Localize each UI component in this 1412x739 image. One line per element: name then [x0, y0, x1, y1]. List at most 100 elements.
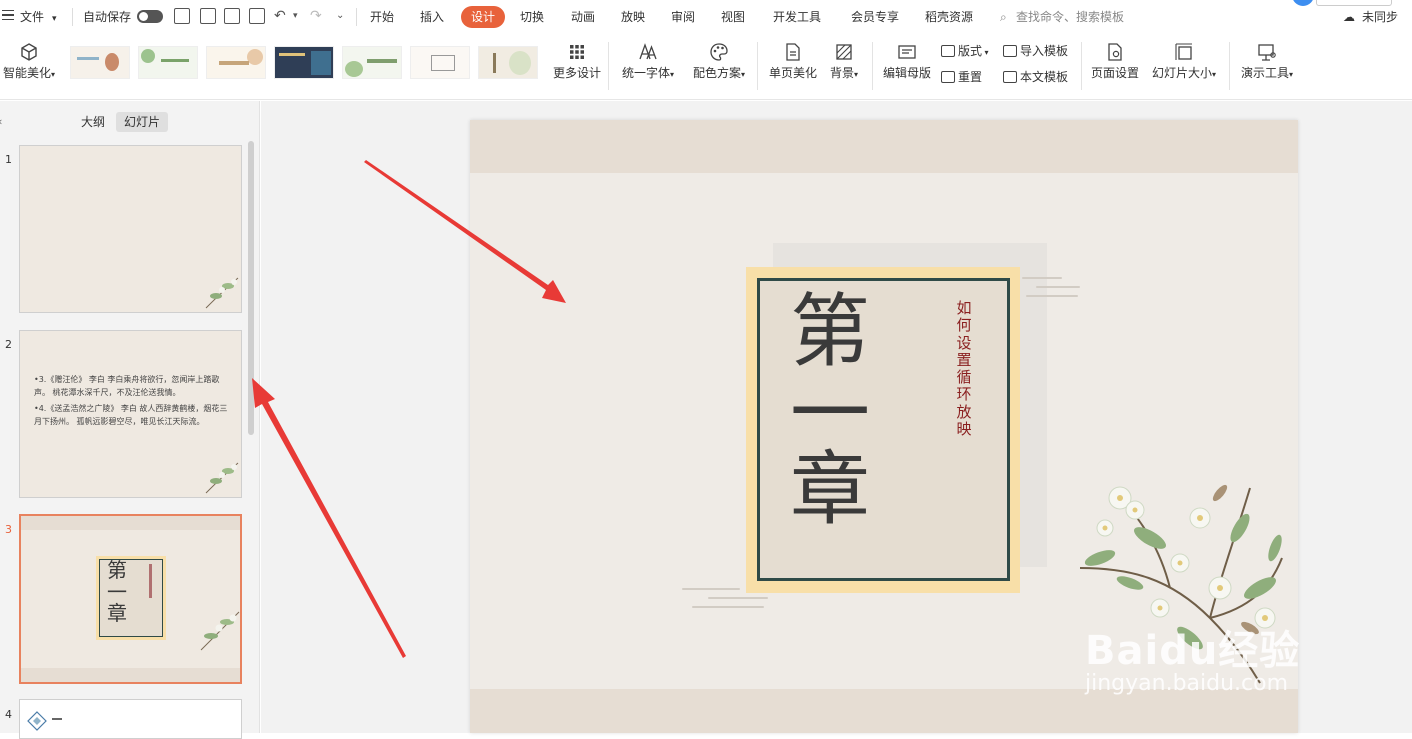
layout-label: 版式 — [958, 44, 983, 58]
slide-number: 2 — [5, 338, 12, 351]
flower-decoration-icon — [200, 611, 240, 651]
chapter-char[interactable]: 第 — [790, 292, 870, 372]
slide-size-button[interactable]: 幻灯片大小▾ — [1148, 42, 1220, 80]
reset-icon — [941, 71, 955, 83]
tab-review[interactable]: 审阅 — [671, 9, 695, 25]
cloud-badge-icon[interactable] — [1292, 0, 1314, 6]
print-icon[interactable] — [224, 8, 240, 24]
scrollbar[interactable] — [248, 141, 254, 435]
template-thumb-3[interactable] — [206, 46, 266, 79]
slide-2-text-line: •3.《赠汪伦》 李白 李白乘舟将欲行，忽闻岸上踏歌声。 桃花潭水深千尺，不及汪… — [34, 375, 220, 397]
slide-3-char: 第 — [107, 558, 127, 582]
smart-beautify-button[interactable]: 智能美化▾ — [0, 42, 58, 80]
tab-transition[interactable]: 切换 — [520, 9, 544, 25]
slide-thumbnail-4[interactable] — [19, 699, 242, 739]
color-scheme-label: 配色方案 — [692, 66, 741, 80]
tab-daoke[interactable]: 稻壳资源 — [925, 9, 973, 25]
chevron-down-icon[interactable]: ▾ — [52, 11, 57, 27]
cloud-sync-icon[interactable]: ☁ — [1343, 9, 1355, 25]
reset-button[interactable]: 重置 — [941, 69, 982, 85]
autosave-label: 自动保存 — [83, 10, 132, 24]
edit-master-label: 编辑母版 — [882, 66, 931, 80]
search-icon[interactable]: ⌕ — [1000, 9, 1007, 25]
more-icon[interactable]: ⌄ — [336, 8, 344, 24]
flower-decoration-icon — [205, 462, 239, 494]
sync-status[interactable]: 未同步 — [1362, 9, 1398, 25]
tab-animation[interactable]: 动画 — [571, 9, 595, 25]
template-thumb-1[interactable] — [70, 46, 130, 79]
chevron-down-icon[interactable]: ▾ — [293, 8, 298, 24]
more-design-button[interactable]: 更多设计 — [551, 42, 603, 80]
grid-icon — [570, 45, 584, 59]
reset-label: 重置 — [958, 70, 983, 84]
unify-font-button[interactable]: 统一字体▾ — [618, 42, 678, 80]
export-icon[interactable] — [200, 8, 216, 24]
color-scheme-button[interactable]: 配色方案▾ — [688, 42, 750, 80]
tab-slideshow[interactable]: 放映 — [621, 9, 645, 25]
page-icon — [786, 43, 800, 61]
chapter-char[interactable]: 章 — [790, 450, 870, 530]
template-thumb-4[interactable] — [274, 46, 334, 79]
slide-3-char: 章 — [107, 601, 127, 625]
redo-icon[interactable]: ↷ — [310, 8, 322, 24]
edit-master-button[interactable]: 编辑母版 — [880, 42, 934, 80]
file-menu[interactable]: 文件 — [20, 9, 44, 25]
collapse-icon[interactable]: ‹ — [0, 115, 2, 128]
chapter-char[interactable]: 一 — [790, 374, 870, 454]
watermark-brand: Baidu经验 — [1085, 628, 1301, 674]
tab-home[interactable]: 开始 — [370, 9, 394, 25]
menu-icon[interactable] — [2, 10, 14, 20]
template-thumb-2[interactable] — [138, 46, 198, 79]
tab-insert[interactable]: 插入 — [420, 9, 444, 25]
slide-number: 1 — [5, 153, 12, 166]
layout-button[interactable]: 版式 ▾ — [941, 43, 989, 61]
cloud-line — [1036, 286, 1080, 288]
background-label: 背景 — [829, 66, 854, 80]
page-setup-label: 页面设置 — [1090, 66, 1139, 80]
cloud-line — [682, 588, 740, 590]
slide-2-text-line: •4.《送孟浩然之广陵》 李白 故人西辞黄鹤楼，烟花三月下扬州。 孤帆远影碧空尽… — [34, 404, 228, 426]
background-icon — [836, 44, 852, 60]
diamond-logo-icon — [27, 711, 47, 731]
preview-icon[interactable] — [249, 8, 265, 24]
tab-design[interactable]: 设计 — [461, 6, 505, 28]
tab-member[interactable]: 会员专享 — [851, 9, 899, 25]
tab-view[interactable]: 视图 — [721, 9, 745, 25]
slide-panel: ‹ 大纲 幻灯片 1 2 •3.《赠汪伦》 李白 李白乘舟将欲行，忽闻岸上踏歌声… — [0, 101, 260, 739]
palette-icon — [710, 43, 728, 61]
this-template-label: 本文模板 — [1020, 70, 1069, 84]
divider — [1229, 42, 1230, 90]
background-button[interactable]: 背景▾ — [825, 42, 863, 80]
vertical-subtitle[interactable]: 如何设置循环放映 — [956, 299, 972, 438]
single-page-beautify-label: 单页美化 — [768, 66, 817, 80]
account-button[interactable] — [1316, 0, 1392, 6]
present-tools-button[interactable]: 演示工具▾ — [1237, 42, 1297, 80]
page-setup-button[interactable]: 页面设置 — [1088, 42, 1142, 80]
autosave-toggle[interactable] — [137, 10, 163, 23]
slide-size-label: 幻灯片大小 — [1151, 66, 1212, 80]
import-icon — [1003, 45, 1017, 57]
template-thumb-5[interactable] — [342, 46, 402, 79]
slide-thumbnail-3[interactable]: 第 一 章 — [19, 514, 242, 684]
single-page-beautify-button[interactable]: 单页美化 — [765, 42, 821, 80]
tab-slides[interactable]: 幻灯片 — [116, 112, 169, 132]
save-icon[interactable] — [174, 8, 190, 24]
cloud-line — [692, 606, 764, 608]
slide-thumbnail-1[interactable] — [19, 145, 242, 313]
flower-decoration-icon — [205, 277, 239, 309]
slide-number: 4 — [5, 708, 12, 721]
divider — [608, 42, 609, 90]
slide-top-band — [470, 120, 1298, 173]
tab-developer[interactable]: 开发工具 — [773, 9, 821, 25]
template-thumb-7[interactable] — [478, 46, 538, 79]
ribbon-toolbar: 智能美化▾ 更多设计 统一字体▾ 配色方案▾ 单页美化 背景▾ 编辑母版 版式 … — [0, 34, 1412, 100]
slide-thumbnail-2[interactable]: •3.《赠汪伦》 李白 李白乘舟将欲行，忽闻岸上踏歌声。 桃花潭水深千尺，不及汪… — [19, 330, 242, 498]
tab-outline[interactable]: 大纲 — [73, 112, 113, 132]
this-template-button[interactable]: 本文模板 — [1003, 69, 1068, 85]
search-input[interactable]: 查找命令、搜索模板 — [1016, 9, 1124, 25]
unify-font-label: 统一字体 — [621, 66, 670, 80]
undo-icon[interactable]: ↶ — [274, 8, 286, 24]
template-thumb-6[interactable] — [410, 46, 470, 79]
import-template-button[interactable]: 导入模板 — [1003, 43, 1068, 59]
present-tools-label: 演示工具 — [1240, 66, 1289, 80]
